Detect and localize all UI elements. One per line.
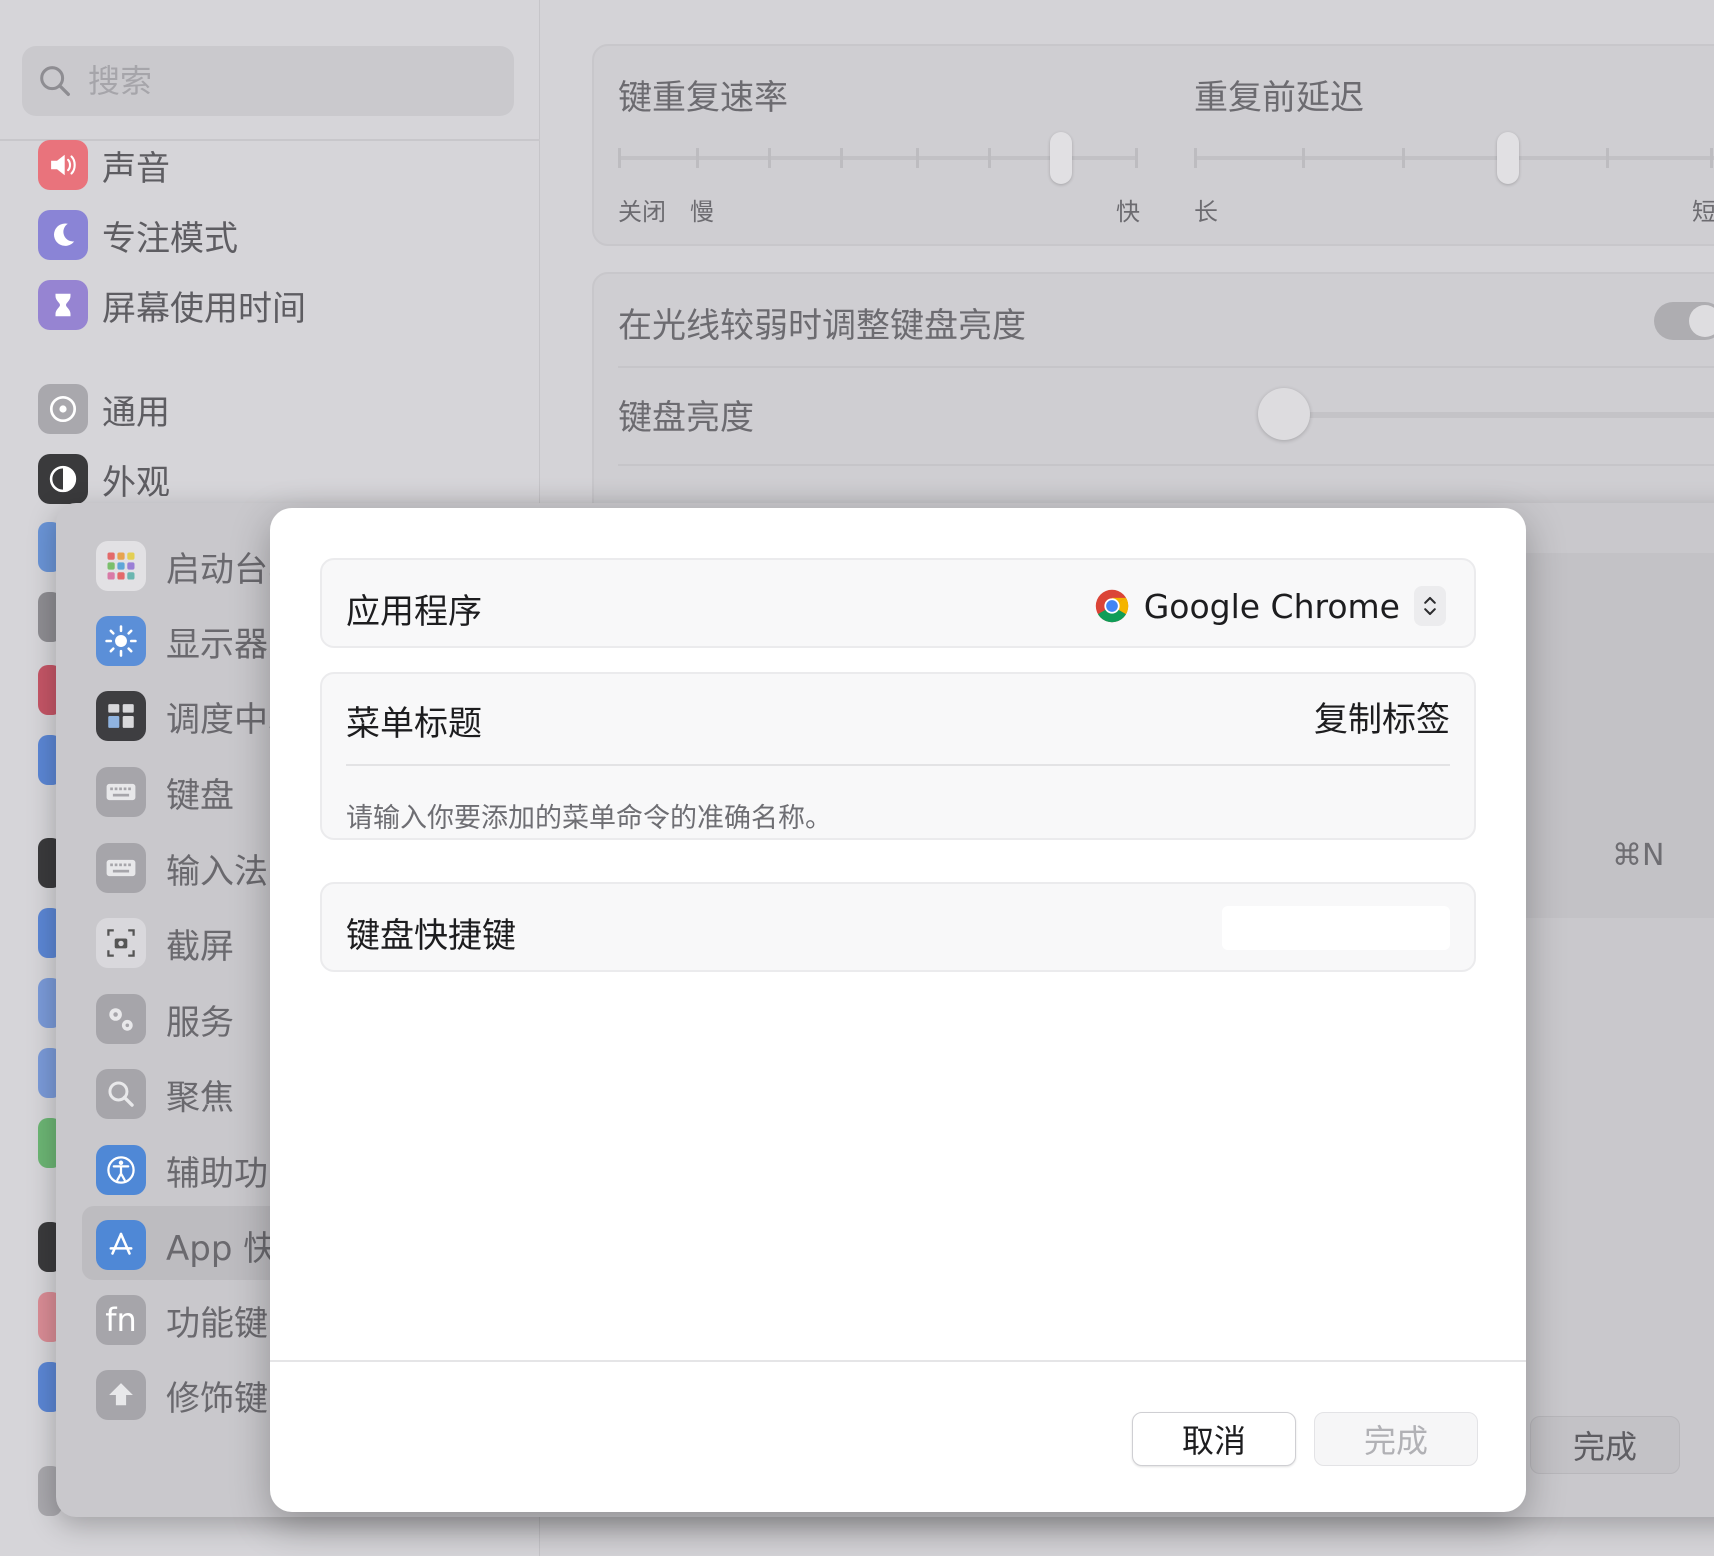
shortcut-category-label: 显示器 xyxy=(166,624,268,665)
shortcut-category-keyboard[interactable]: 键盘 xyxy=(96,762,234,822)
shortcut-category-label: 修饰键 xyxy=(166,1378,268,1419)
shortcut-category-function-keys[interactable]: fn 功能键 xyxy=(96,1290,268,1350)
shortcut-category-services[interactable]: 服务 xyxy=(96,989,234,1049)
hourglass-icon xyxy=(38,280,88,330)
sidebar-item-screen-time[interactable]: 屏幕使用时间 xyxy=(38,277,306,333)
repeat-rate-off-label: 关闭 xyxy=(618,198,666,226)
launchpad-icon xyxy=(96,541,146,591)
application-popup[interactable]: Google Chrome xyxy=(1094,586,1446,626)
moon-icon xyxy=(38,210,88,260)
keyboard-icon xyxy=(96,767,146,817)
backlight-panel: 在光线较弱时调整键盘亮度 键盘亮度 xyxy=(592,272,1714,532)
search-icon xyxy=(40,66,70,96)
shortcuts-list-panel xyxy=(1496,553,1714,918)
keyboard-shortcut-label: 键盘快捷键 xyxy=(346,916,516,956)
services-icon xyxy=(96,994,146,1044)
menu-title-row: 菜单标题 请输入你要添加的菜单命令的准确名称。 xyxy=(320,672,1476,840)
menu-title-hint: 请输入你要添加的菜单命令的准确名称。 xyxy=(346,803,832,834)
repeat-rate-knob[interactable] xyxy=(1050,132,1072,184)
row-divider xyxy=(618,464,1714,466)
application-row: 应用程序 Google Chrome xyxy=(320,558,1476,648)
app-store-icon xyxy=(96,1220,146,1270)
dialog-footer-divider xyxy=(270,1360,1526,1362)
shortcut-category-screenshot[interactable]: 截屏 xyxy=(96,913,234,973)
fn-icon: fn xyxy=(96,1295,146,1345)
repeat-delay-short-label: 短 xyxy=(1692,198,1714,226)
menu-title-divider xyxy=(346,764,1450,766)
brightness-knob[interactable] xyxy=(1258,388,1310,440)
search-input[interactable] xyxy=(88,62,468,100)
done-button[interactable]: 完成 xyxy=(1314,1412,1478,1466)
sidebar-item-label: 屏幕使用时间 xyxy=(102,288,306,329)
repeat-delay-title: 重复前延迟 xyxy=(1194,78,1364,118)
brightness-label: 键盘亮度 xyxy=(618,398,754,438)
popup-stepper-icon xyxy=(1414,586,1446,626)
application-label: 应用程序 xyxy=(346,592,482,632)
shortcut-category-display[interactable]: 显示器 xyxy=(96,611,268,671)
keyboard-shortcut-row: 键盘快捷键 xyxy=(320,882,1476,972)
sidebar-item-label: 声音 xyxy=(102,148,170,189)
row-divider xyxy=(618,366,1714,368)
repeat-delay-long-label: 长 xyxy=(1194,198,1218,226)
shortcut-category-spotlight[interactable]: 聚焦 xyxy=(96,1064,234,1124)
cancel-button[interactable]: 取消 xyxy=(1132,1412,1296,1466)
repeat-rate-fast-label: 快 xyxy=(1116,198,1140,226)
shortcut-category-label: 聚焦 xyxy=(166,1077,234,1118)
shortcut-value: ⌘N xyxy=(1612,838,1665,873)
sidebar-item-appearance[interactable]: 外观 xyxy=(38,451,170,507)
shortcut-category-modifier-keys[interactable]: 修饰键 xyxy=(96,1365,268,1425)
shortcut-category-label: 截屏 xyxy=(166,926,234,967)
sidebar-item-label: 外观 xyxy=(102,462,170,503)
sidebar-item-label: 通用 xyxy=(102,392,170,433)
adjust-brightness-toggle[interactable] xyxy=(1654,302,1714,340)
shortcut-category-label: 功能键 xyxy=(166,1303,268,1344)
shortcut-category-label: 输入法 xyxy=(166,851,268,892)
repeat-rate-title: 键重复速率 xyxy=(618,78,788,118)
speaker-icon xyxy=(38,140,88,190)
repeat-rate-slow-label: 慢 xyxy=(690,198,714,226)
gear-icon xyxy=(38,384,88,434)
display-icon xyxy=(96,616,146,666)
sidebar-item-focus[interactable]: 专注模式 xyxy=(38,207,238,263)
menu-title-input[interactable] xyxy=(850,696,1450,736)
brightness-slider[interactable] xyxy=(1284,412,1714,418)
mission-control-icon xyxy=(96,691,146,741)
add-shortcut-dialog: 应用程序 Google Chrome 菜单标题 请输入你要添加的菜单命令的准确名… xyxy=(270,508,1526,1512)
sidebar-item-sound[interactable]: 声音 xyxy=(38,137,170,193)
application-value: Google Chrome xyxy=(1143,586,1400,626)
sidebar-item-general[interactable]: 通用 xyxy=(38,381,170,437)
screenshot-icon xyxy=(96,918,146,968)
chrome-icon xyxy=(1095,589,1128,623)
key-repeat-panel: 键重复速率 关闭 慢 快 重复前延迟 长 短 xyxy=(592,44,1714,246)
sheet-done-button[interactable]: 完成 xyxy=(1530,1416,1680,1474)
sidebar-item-label: 专注模式 xyxy=(102,218,238,259)
search-field[interactable] xyxy=(22,46,514,116)
input-icon xyxy=(96,843,146,893)
shortcut-category-label: 键盘 xyxy=(166,775,234,816)
modifier-icon xyxy=(96,1370,146,1420)
repeat-delay-slider[interactable] xyxy=(1194,148,1714,168)
repeat-delay-knob[interactable] xyxy=(1497,132,1519,184)
menu-title-label: 菜单标题 xyxy=(346,704,482,744)
appearance-icon xyxy=(38,454,88,504)
keyboard-shortcut-field[interactable] xyxy=(1222,906,1450,950)
shortcut-category-input[interactable]: 输入法 xyxy=(96,838,268,898)
spotlight-icon xyxy=(96,1069,146,1119)
shortcut-category-label: 服务 xyxy=(166,1002,234,1043)
adjust-brightness-label: 在光线较弱时调整键盘亮度 xyxy=(618,306,1026,346)
accessibility-icon xyxy=(96,1145,146,1195)
